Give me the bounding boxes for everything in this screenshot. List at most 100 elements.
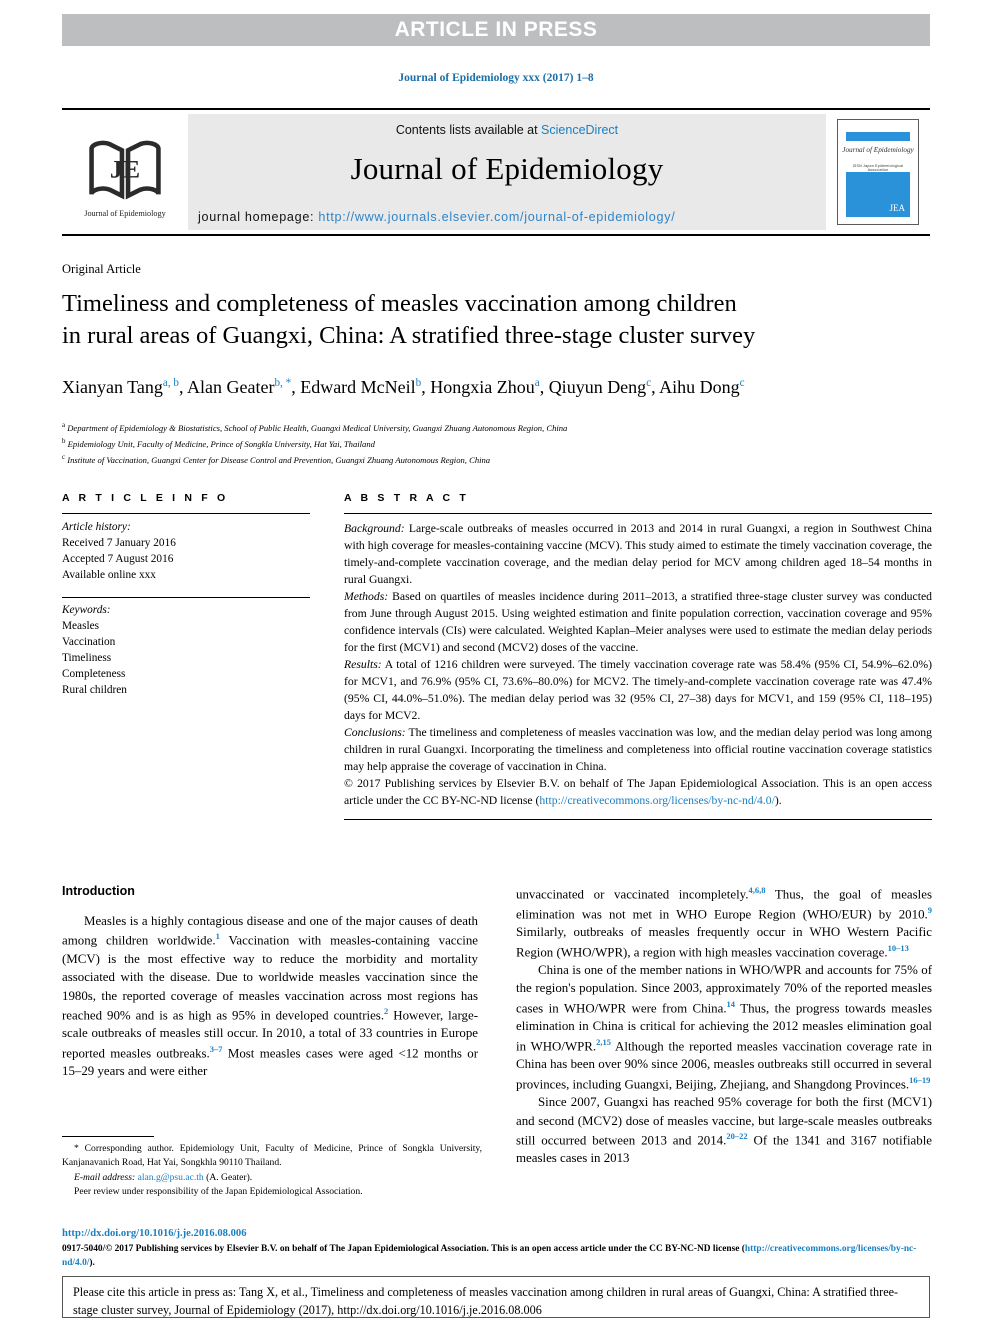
abstract-heading: A B S T R A C T <box>344 492 469 504</box>
keywords-label: Keywords: <box>62 604 111 617</box>
citation-text: Please cite this article in press as: Ta… <box>73 1285 899 1317</box>
abstract-license: © 2017 Publishing services by Elsevier B… <box>344 776 932 810</box>
article-history-label: Article history: <box>62 521 131 533</box>
footnote-separator <box>62 1136 154 1137</box>
cover-top-bar <box>846 132 910 141</box>
affiliation-item: a Department of Epidemiology & Biostatis… <box>62 422 568 433</box>
author-list: Xianyan Tanga, b, Alan Geaterb, *, Edwar… <box>62 377 745 397</box>
abstract-results-label: Results: <box>344 657 382 671</box>
peer-review-note: Peer review under responsibility of the … <box>74 1186 363 1198</box>
reference-superscript[interactable]: 1 <box>216 931 220 941</box>
author-affiliation-mark: b, * <box>274 377 292 389</box>
author-affiliation-mark: a, b <box>162 377 179 389</box>
reference-superscript[interactable]: 2,15 <box>596 1037 611 1047</box>
contents-prefix: Contents lists available at <box>395 123 542 137</box>
history-item: Accepted 7 August 2016 <box>62 553 174 566</box>
svg-text:JE: JE <box>110 154 140 183</box>
cover-publisher-mark: JEA <box>889 203 906 213</box>
article-info-block: A R T I C L E I N F O Article history: R… <box>62 492 310 698</box>
body-column-left: Introduction Measles is a highly contagi… <box>62 884 478 1081</box>
abstract-background-text: Large-scale outbreaks of measles occurre… <box>344 522 932 586</box>
copyright-suffix: ). <box>89 1257 95 1268</box>
body-paragraph: unvaccinated or vaccinated incompletely.… <box>516 885 932 959</box>
running-head: Journal of Epidemiology xxx (2017) 1–8 <box>398 72 594 84</box>
author-name: Qiuyun Deng <box>548 377 647 397</box>
keyword-item: Rural children <box>62 684 127 697</box>
keyword-item: Measles <box>62 620 100 633</box>
abstract-methods-label: Methods: <box>344 589 389 603</box>
email-link[interactable]: alan.g@psu.ac.th <box>138 1172 204 1183</box>
section-heading-introduction: Introduction <box>62 884 135 898</box>
journal-title: Journal of Epidemiology <box>350 151 664 186</box>
keyword-item: Timeliness <box>62 652 112 665</box>
journal-masthead: JE Journal of Epidemiology Contents list… <box>62 108 930 236</box>
doi-link[interactable]: http://dx.doi.org/10.1016/j.je.2016.08.0… <box>62 1228 247 1239</box>
article-in-press-label: ARTICLE IN PRESS <box>394 18 598 41</box>
author-name: Edward McNeil <box>300 377 416 397</box>
body-paragraph: Measles is a highly contagious disease a… <box>62 914 478 1079</box>
affiliation-list: a Department of Epidemiology & Biostatis… <box>62 420 932 467</box>
abstract-methods: Methods: Based on quartiles of measles i… <box>344 589 932 657</box>
body-paragraph: Since 2007, Guangxi has reached 95% cove… <box>516 1095 932 1166</box>
title-line-2: in rural areas of Guangxi, China: A stra… <box>62 321 756 349</box>
email-suffix: (A. Geater). <box>203 1171 253 1183</box>
masthead-center: Contents lists available at ScienceDirec… <box>188 114 826 230</box>
cover-image: Journal of Epidemiology ISSN Japan Epide… <box>837 119 919 225</box>
reference-superscript[interactable]: 3–7 <box>210 1044 223 1054</box>
contents-line: Contents lists available at ScienceDirec… <box>396 123 618 137</box>
affiliation-mark: b <box>62 437 66 445</box>
corresponding-author-note: * Corresponding author. Epidemiology Uni… <box>62 1143 482 1169</box>
abstract-background: Background: Large-scale outbreaks of mea… <box>344 521 932 589</box>
reference-superscript[interactable]: 10–13 <box>888 943 909 953</box>
body-column-right: unvaccinated or vaccinated incompletely.… <box>516 884 932 1168</box>
history-item: Available online xxx <box>62 569 156 582</box>
keyword-item: Vaccination <box>62 636 116 649</box>
homepage-url-link[interactable]: http://www.journals.elsevier.com/journal… <box>318 210 675 224</box>
article-info-heading: A R T I C L E I N F O <box>62 492 229 504</box>
journal-logo: JE Journal of Epidemiology <box>62 110 188 234</box>
reference-superscript[interactable]: 4,6,8 <box>748 885 765 895</box>
author-name: Aihu Dong <box>659 377 740 397</box>
abstract-bottom-rule <box>344 819 932 821</box>
email-note: E-mail address: alan.g@psu.ac.th (A. Gea… <box>62 1171 482 1185</box>
affiliation-item: b Epidemiology Unit, Faculty of Medicine… <box>62 437 375 449</box>
journal-logo-caption: Journal of Epidemiology <box>84 208 166 218</box>
reference-superscript[interactable]: 16–19 <box>909 1075 930 1085</box>
abstract-results-text: A total of 1216 children were surveyed. … <box>344 657 932 722</box>
keywords-block: Keywords: Measles Vaccination Timeliness… <box>62 598 310 698</box>
reference-superscript[interactable]: 14 <box>727 999 736 1009</box>
abstract-results: Results: A total of 1216 children were s… <box>344 657 932 725</box>
abstract-conclusions-label: Conclusions: <box>344 725 406 739</box>
author-name: Hongxia Zhou <box>430 377 535 397</box>
reference-superscript[interactable]: 9 <box>928 905 932 915</box>
keyword-item: Completeness <box>62 668 126 681</box>
email-label: E-mail address: <box>74 1171 136 1183</box>
author-affiliation-mark: b <box>415 377 422 389</box>
abstract-methods-text: Based on quartiles of measles incidence … <box>344 589 932 654</box>
sciencedirect-link[interactable]: ScienceDirect <box>541 123 618 137</box>
cover-subtitle: ISSN Japan Epidemiological Association <box>852 164 904 172</box>
affiliation-item: c Institute of Vaccination, Guangxi Cent… <box>62 453 491 465</box>
open-book-logo-icon: JE <box>89 140 161 200</box>
journal-cover-thumbnail: Journal of Epidemiology ISSN Japan Epide… <box>826 110 930 234</box>
copyright-notice: 0917-5040/© 2017 Publishing services by … <box>62 1243 934 1270</box>
reference-superscript[interactable]: 20–22 <box>726 1131 747 1141</box>
journal-homepage-line: journal homepage: http://www.journals.el… <box>198 210 675 224</box>
license-suffix: ). <box>774 793 782 807</box>
license-url-link[interactable]: http://creativecommons.org/licenses/by-n… <box>539 794 774 807</box>
right-column-paragraphs: unvaccinated or vaccinated incompletely.… <box>516 884 932 1168</box>
abstract-block: A B S T R A C T Background: Large-scale … <box>344 492 932 821</box>
left-column-paragraphs: Measles is a highly contagious disease a… <box>62 912 478 1081</box>
reference-superscript[interactable]: 2 <box>384 1006 388 1016</box>
history-item: Received 7 January 2016 <box>62 537 176 550</box>
title-line-1: Timeliness and completeness of measles v… <box>62 290 737 317</box>
homepage-label: journal homepage: <box>198 210 319 224</box>
abstract-text: Background: Large-scale outbreaks of mea… <box>344 514 932 809</box>
article-type-label: Original Article <box>62 262 141 276</box>
author-name: Alan Geater <box>187 377 275 397</box>
citation-box: Please cite this article in press as: Ta… <box>62 1276 930 1318</box>
article-history: Article history: Received 7 January 2016… <box>62 514 310 583</box>
author-affiliation-mark: a <box>534 377 540 389</box>
abstract-background-label: Background: <box>344 522 405 535</box>
body-paragraph: China is one of the member nations in WH… <box>516 963 932 1091</box>
